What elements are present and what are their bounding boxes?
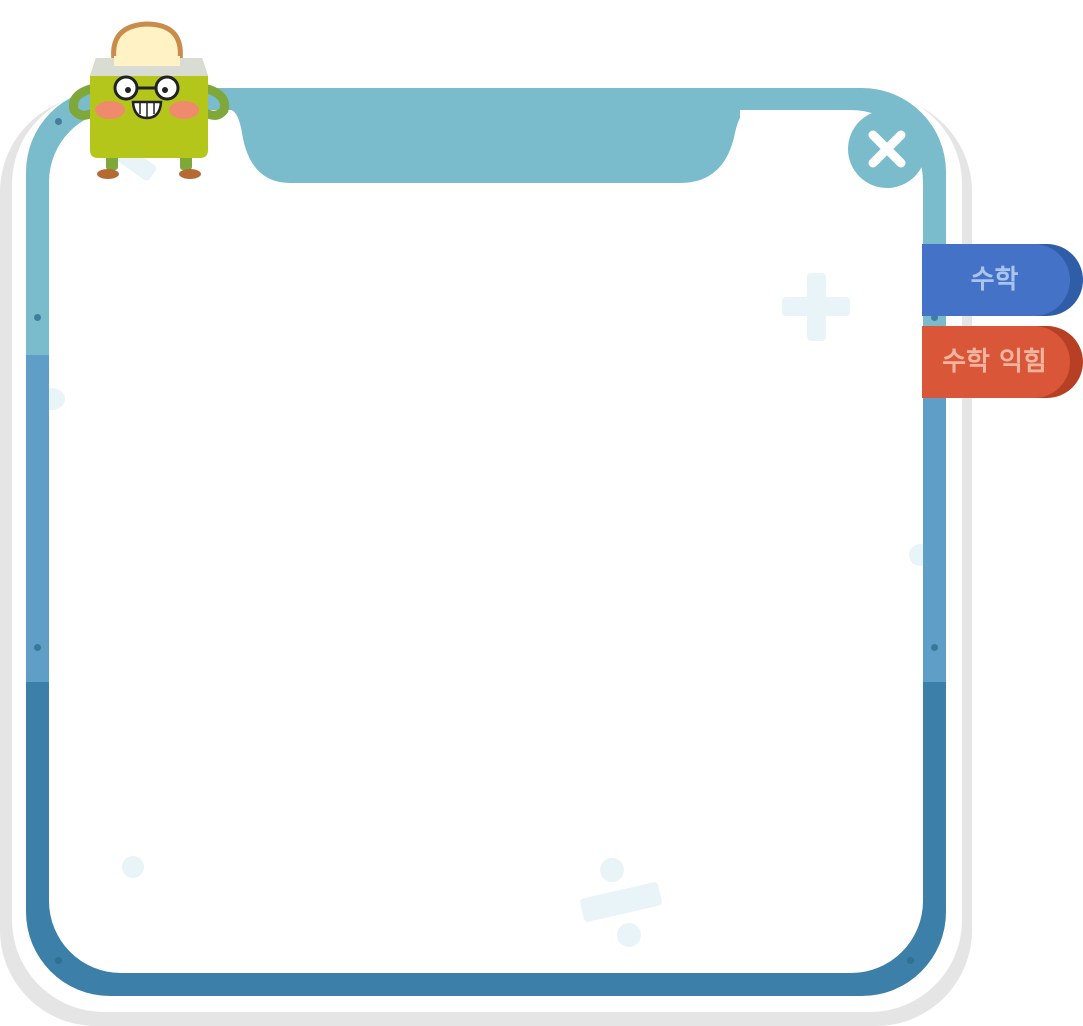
rivet: [55, 957, 62, 964]
header-notch: [230, 88, 740, 183]
rivet: [55, 118, 62, 125]
dot-decoration: [909, 544, 923, 566]
plus-decoration: [782, 297, 850, 316]
close-button[interactable]: [848, 110, 926, 188]
content-panel: [49, 110, 923, 973]
tab-math[interactable]: 수학: [922, 244, 1083, 316]
toaster-mascot-icon: [68, 21, 230, 179]
rivet: [34, 644, 41, 651]
tab-math-label: 수학: [970, 265, 1019, 295]
popup-stage: 수학 수학 익힘: [0, 0, 1083, 1026]
tab-math-practice-label: 수학 익힘: [942, 347, 1047, 377]
rivet: [34, 314, 41, 321]
dot-decoration: [122, 856, 144, 878]
tab-math-practice[interactable]: 수학 익힘: [922, 326, 1083, 398]
divide-decoration: [617, 923, 641, 947]
rivet: [931, 644, 938, 651]
divide-decoration: [600, 858, 624, 882]
dot-decoration: [49, 388, 65, 410]
divide-decoration: [579, 881, 663, 923]
rivet: [907, 957, 914, 964]
